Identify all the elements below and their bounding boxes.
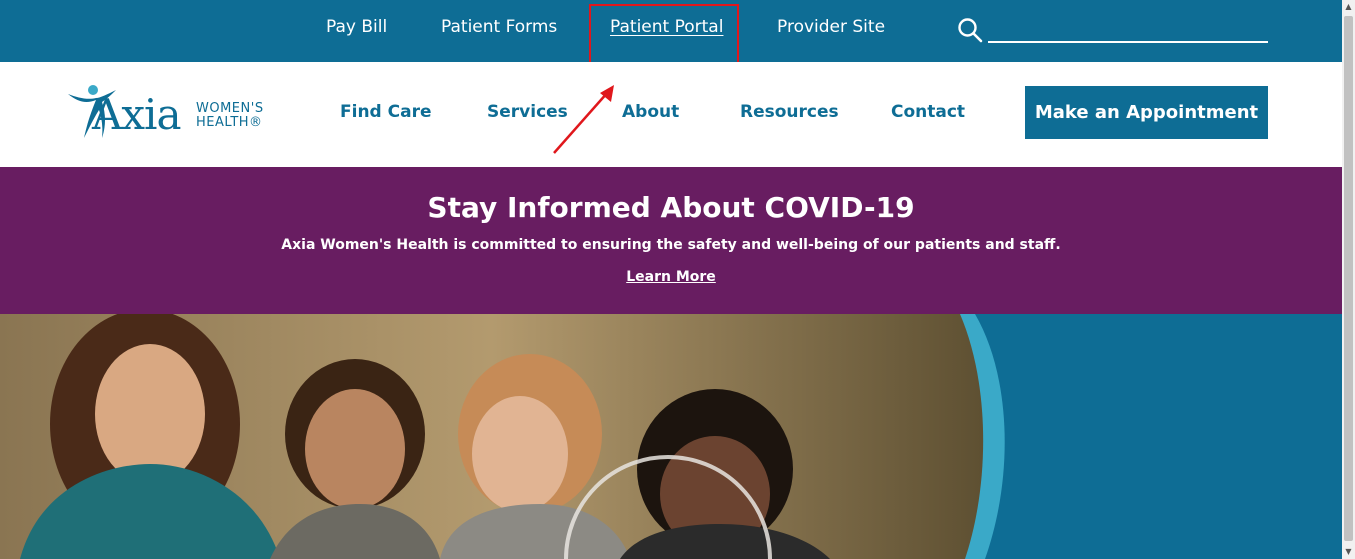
nav-resources[interactable]: Resources <box>740 102 839 122</box>
brand-wordmark: Axia <box>92 90 181 139</box>
annotation-highlight-box <box>589 4 739 69</box>
annotation-arrow <box>553 85 614 154</box>
provider-site-link[interactable]: Provider Site <box>777 17 885 37</box>
hero-section <box>0 314 1342 559</box>
learn-more-link[interactable]: Learn More <box>0 269 1342 285</box>
nav-find-care[interactable]: Find Care <box>340 102 432 122</box>
scroll-up-arrow-icon[interactable]: ▲ <box>1342 0 1355 14</box>
covid-banner: Stay Informed About COVID-19 Axia Women'… <box>0 167 1342 314</box>
make-appointment-button[interactable]: Make an Appointment <box>1025 86 1268 139</box>
patient-forms-link[interactable]: Patient Forms <box>441 17 557 37</box>
brand-subtitle: WOMEN'S HEALTH® <box>196 102 264 130</box>
pay-bill-link[interactable]: Pay Bill <box>326 17 387 37</box>
banner-title: Stay Informed About COVID-19 <box>427 191 915 224</box>
search-input[interactable] <box>988 41 1268 43</box>
brand-subtitle-line1: WOMEN'S <box>196 101 264 116</box>
hero-photo <box>0 314 1005 559</box>
scrollbar-thumb[interactable] <box>1344 16 1353 541</box>
banner-body: Axia Women's Health is committed to ensu… <box>281 237 1061 253</box>
brand-subtitle-line2: HEALTH® <box>196 115 263 130</box>
scroll-down-arrow-icon[interactable]: ▼ <box>1342 545 1355 559</box>
search-icon[interactable] <box>957 17 983 43</box>
nav-about[interactable]: About <box>622 102 679 122</box>
nav-contact[interactable]: Contact <box>891 102 965 122</box>
